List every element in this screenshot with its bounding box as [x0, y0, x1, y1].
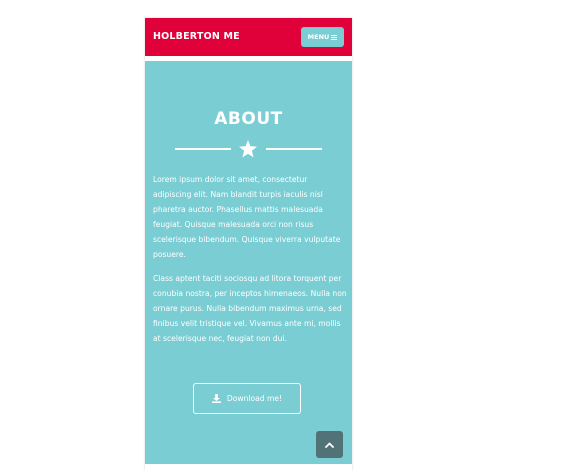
star-divider	[175, 140, 322, 158]
navbar: HOLBERTON ME MENU	[145, 18, 352, 56]
mobile-viewport: HOLBERTON ME MENU ABOUT Lorem ipsum dolo…	[145, 18, 352, 471]
scroll-top-button[interactable]	[316, 431, 343, 458]
about-paragraph-1: Lorem ipsum dolor sit amet, consectetur …	[153, 175, 341, 259]
star-icon	[239, 140, 257, 158]
navbar-spacer	[145, 56, 352, 60]
chevron-up-icon	[325, 442, 334, 448]
about-paragraph-2: Class aptent taciti sociosqu ad litora t…	[153, 274, 347, 343]
footer-strip	[145, 464, 352, 471]
download-button[interactable]: Download me!	[193, 383, 301, 414]
download-icon	[211, 394, 221, 403]
about-title: ABOUT	[214, 109, 283, 129]
menu-button[interactable]: MENU	[301, 27, 344, 47]
divider-line-right	[266, 148, 322, 150]
hamburger-icon	[331, 34, 338, 40]
download-label: Download me!	[226, 394, 283, 403]
divider-line-left	[175, 148, 231, 150]
menu-label: MENU	[307, 33, 330, 41]
brand-link[interactable]: HOLBERTON ME	[153, 18, 240, 56]
about-section: ABOUT Lorem ipsum dolor sit amet, consec…	[145, 61, 352, 464]
